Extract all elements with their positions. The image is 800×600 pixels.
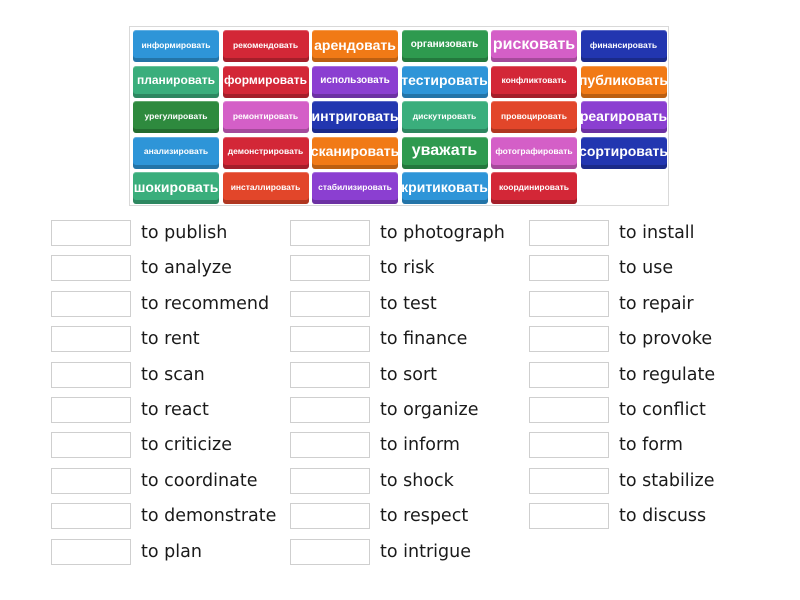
drop-slot[interactable] [51,220,131,246]
target-label: to organize [380,400,479,420]
target-label: to photograph [380,223,505,243]
word-tile[interactable]: организовать [401,30,488,62]
word-tile[interactable]: шокировать [133,172,219,204]
target-label: to coordinate [141,471,258,491]
word-tile[interactable]: фотографировать [491,136,577,169]
target-label: to test [380,294,437,314]
word-tile[interactable]: критиковать [401,172,488,204]
word-tile[interactable]: интриговать [312,101,398,133]
drop-slot[interactable] [51,468,131,494]
drop-slot[interactable] [529,362,609,388]
drop-slot[interactable] [290,432,370,458]
target-label: to plan [141,542,202,562]
word-tile[interactable]: планировать [133,65,219,98]
target-label: to rent [141,329,200,349]
word-tile[interactable]: сортировать [580,136,667,169]
drop-slot[interactable] [290,220,370,246]
drop-slot[interactable] [529,220,609,246]
target-label: to scan [141,365,205,385]
drop-slot[interactable] [290,291,370,317]
drop-slot[interactable] [290,468,370,494]
drop-slot[interactable] [529,326,609,352]
target-label: to demonstrate [141,506,277,526]
drop-slot[interactable] [51,362,131,388]
target-label: to form [619,435,683,455]
word-tile[interactable]: инсталлировать [222,172,309,204]
word-tile[interactable]: демонстрировать [222,136,309,169]
word-tile[interactable]: анализировать [133,136,219,169]
drop-slot[interactable] [51,503,131,529]
drop-slot[interactable] [51,539,131,565]
drop-slot[interactable] [51,255,131,281]
word-tile[interactable]: арендовать [312,30,398,62]
drop-slot[interactable] [290,539,370,565]
drop-slot[interactable] [290,397,370,423]
target-label: to sort [380,365,438,385]
target-label: to react [141,400,209,420]
word-tile[interactable]: координировать [491,172,577,204]
word-tile[interactable]: ремонтировать [222,101,309,133]
target-label: to use [619,258,674,278]
word-tile[interactable]: провоцировать [491,101,577,133]
drop-slot[interactable] [529,291,609,317]
target-label: to shock [380,471,454,491]
word-tile[interactable]: публиковать [580,65,667,98]
target-label: to provoke [619,329,713,349]
target-label: to analyze [141,258,232,278]
drop-slot[interactable] [529,255,609,281]
drop-slot[interactable] [51,432,131,458]
word-tile[interactable]: рисковать [491,30,577,62]
target-label: to risk [380,258,435,278]
target-label: to install [619,223,695,243]
word-tile[interactable]: финансировать [580,30,667,62]
word-tile[interactable]: реагировать [580,101,667,133]
drop-slot[interactable] [290,326,370,352]
target-label: to discuss [619,506,707,526]
target-label: to regulate [619,365,716,385]
word-tile[interactable]: формировать [222,65,309,98]
target-label: to stabilize [619,471,715,491]
target-label: to conflict [619,400,706,420]
word-tile[interactable]: информировать [133,30,219,62]
word-tile[interactable]: рекомендовать [222,30,309,62]
word-tile[interactable]: стабилизировать [312,172,398,204]
word-tile[interactable]: сканировать [312,136,398,169]
drop-slot[interactable] [529,432,609,458]
target-label: to intrigue [380,542,471,562]
word-tile[interactable]: тестировать [401,65,488,98]
drop-slot[interactable] [51,291,131,317]
word-tile-bank: информировать рекомендовать арендовать орга… [129,26,669,206]
drop-slot[interactable] [529,503,609,529]
target-label: to criticize [141,435,232,455]
drop-slot[interactable] [529,468,609,494]
drop-slot[interactable] [290,362,370,388]
drop-slot[interactable] [51,326,131,352]
target-label: to recommend [141,294,270,314]
word-tile[interactable]: дискутировать [401,101,488,133]
target-label: to publish [141,223,228,243]
drop-slot[interactable] [290,503,370,529]
target-label: to respect [380,506,469,526]
word-tile[interactable]: уважать [401,136,488,169]
word-tile[interactable]: использовать [312,65,398,98]
target-label: to repair [619,294,694,314]
target-label: to finance [380,329,468,349]
drop-slot[interactable] [529,397,609,423]
drop-slot[interactable] [51,397,131,423]
word-tile[interactable]: конфликтовать [491,65,577,98]
word-tile[interactable]: урегулировать [133,101,219,133]
drop-slot[interactable] [290,255,370,281]
target-label: to inform [380,435,460,455]
